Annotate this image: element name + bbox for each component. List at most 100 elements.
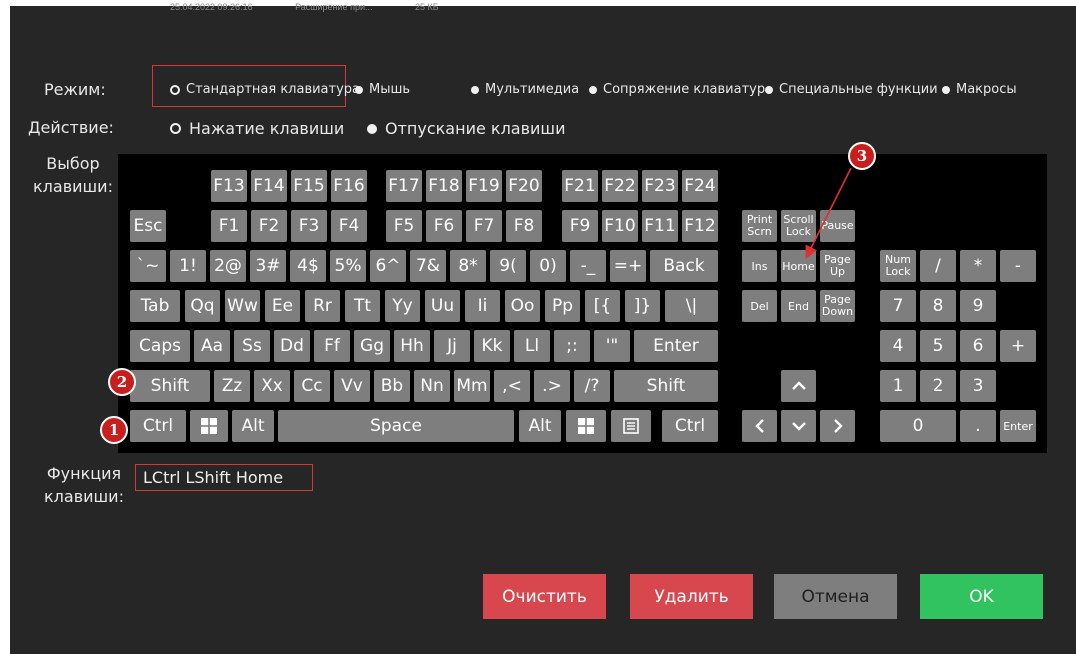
key-f8[interactable]: F8 — [506, 210, 542, 242]
key-s[interactable]: Ss — [234, 330, 270, 362]
key-d[interactable]: Dd — [274, 330, 310, 362]
key-num-subtract[interactable]: - — [1000, 250, 1036, 282]
key-z[interactable]: Zz — [214, 370, 250, 402]
key-num-7[interactable]: 7 — [880, 290, 916, 322]
key-p[interactable]: Pp — [545, 290, 580, 322]
key-end[interactable]: End — [781, 290, 816, 322]
key-backslash[interactable]: \| — [665, 290, 718, 322]
key-page-down[interactable]: Page Down — [820, 290, 855, 322]
key-left-bracket[interactable]: [{ — [585, 290, 620, 322]
key-num-lock[interactable]: Num Lock — [880, 250, 916, 282]
key-0[interactable]: 0) — [530, 250, 566, 282]
key-x[interactable]: Xx — [254, 370, 290, 402]
key-pause[interactable]: Pause — [820, 210, 855, 242]
key-caps-lock[interactable]: Caps — [130, 330, 190, 362]
key-right-ctrl[interactable]: Ctrl — [662, 410, 718, 442]
key-u[interactable]: Uu — [425, 290, 460, 322]
key-r[interactable]: Rr — [305, 290, 340, 322]
key-left-shift[interactable]: Shift — [130, 370, 210, 402]
delete-button[interactable]: Удалить — [630, 574, 753, 619]
mode-radio-special-functions[interactable]: Специальные функции — [765, 82, 938, 97]
key-9[interactable]: 9( — [490, 250, 526, 282]
key-w[interactable]: Ww — [225, 290, 260, 322]
key-arrow-left[interactable] — [742, 410, 777, 442]
key-arrow-down[interactable] — [781, 410, 816, 442]
key-left-alt[interactable]: Alt — [232, 410, 274, 442]
key-comma[interactable]: ,< — [494, 370, 530, 402]
key-num-4[interactable]: 4 — [880, 330, 916, 362]
key-f14[interactable]: F14 — [251, 170, 287, 202]
key-o[interactable]: Oo — [505, 290, 540, 322]
key-num-5[interactable]: 5 — [920, 330, 956, 362]
key-f9[interactable]: F9 — [562, 210, 598, 242]
key-num-enter[interactable]: Enter — [1000, 410, 1036, 442]
mode-radio-mouse[interactable]: Мышь — [355, 82, 410, 97]
key-4[interactable]: 4$ — [290, 250, 326, 282]
key-page-up[interactable]: Page Up — [820, 250, 855, 282]
key-f19[interactable]: F19 — [466, 170, 502, 202]
key-num-1[interactable]: 1 — [880, 370, 916, 402]
key-f13[interactable]: F13 — [211, 170, 247, 202]
key-1[interactable]: 1! — [170, 250, 206, 282]
key-num-3[interactable]: 3 — [960, 370, 996, 402]
key-f22[interactable]: F22 — [602, 170, 638, 202]
key-right-alt[interactable]: Alt — [519, 410, 561, 442]
key-v[interactable]: Vv — [334, 370, 370, 402]
action-radio-press[interactable]: Нажатие клавиши — [170, 119, 344, 138]
key-f10[interactable]: F10 — [602, 210, 638, 242]
key-left-win[interactable] — [190, 410, 228, 442]
key-home[interactable]: Home — [781, 250, 816, 282]
key-num-9[interactable]: 9 — [960, 290, 996, 322]
key-right-bracket[interactable]: ]} — [625, 290, 660, 322]
key-t[interactable]: Tt — [345, 290, 380, 322]
mode-radio-multimedia[interactable]: Мультимедиа — [471, 82, 579, 97]
key-num-0[interactable]: 0 — [880, 410, 956, 442]
key-f3[interactable]: F3 — [291, 210, 327, 242]
mode-radio-keyboard-pairing[interactable]: Сопряжение клавиатур — [589, 82, 765, 97]
key-6[interactable]: 6^ — [370, 250, 406, 282]
key-2[interactable]: 2@ — [210, 250, 246, 282]
cancel-button[interactable]: Отмена — [774, 574, 897, 619]
key-f17[interactable]: F17 — [386, 170, 422, 202]
key-f7[interactable]: F7 — [466, 210, 502, 242]
key-tilde[interactable]: `~ — [130, 250, 166, 282]
key-c[interactable]: Cc — [294, 370, 330, 402]
key-period[interactable]: .> — [534, 370, 570, 402]
action-radio-release[interactable]: Отпускание клавиши — [367, 119, 565, 138]
key-i[interactable]: Ii — [465, 290, 500, 322]
key-quote[interactable]: '" — [594, 330, 630, 362]
key-arrow-right[interactable] — [820, 410, 855, 442]
key-g[interactable]: Gg — [354, 330, 390, 362]
key-n[interactable]: Nn — [414, 370, 450, 402]
key-f16[interactable]: F16 — [331, 170, 367, 202]
clear-button[interactable]: Очистить — [483, 574, 606, 619]
key-f23[interactable]: F23 — [642, 170, 678, 202]
key-8[interactable]: 8* — [450, 250, 486, 282]
key-arrow-up[interactable] — [781, 370, 816, 402]
key-num-add[interactable]: + — [1000, 330, 1036, 362]
key-f11[interactable]: F11 — [642, 210, 678, 242]
key-e[interactable]: Ee — [265, 290, 300, 322]
key-f[interactable]: Ff — [314, 330, 350, 362]
key-right-win[interactable] — [566, 410, 606, 442]
key-tab[interactable]: Tab — [130, 290, 180, 322]
key-m[interactable]: Mm — [454, 370, 490, 402]
key-num-2[interactable]: 2 — [920, 370, 956, 402]
key-equal[interactable]: =+ — [610, 250, 646, 282]
key-scroll-lock[interactable]: Scroll Lock — [781, 210, 816, 242]
key-num-multiply[interactable]: * — [960, 250, 996, 282]
key-q[interactable]: Qq — [185, 290, 220, 322]
key-slash[interactable]: /? — [574, 370, 610, 402]
key-7[interactable]: 7& — [410, 250, 446, 282]
key-f4[interactable]: F4 — [331, 210, 367, 242]
key-f12[interactable]: F12 — [682, 210, 718, 242]
key-f24[interactable]: F24 — [682, 170, 718, 202]
key-enter[interactable]: Enter — [634, 330, 718, 362]
key-f20[interactable]: F20 — [506, 170, 542, 202]
key-f6[interactable]: F6 — [426, 210, 462, 242]
key-delete[interactable]: Del — [742, 290, 777, 322]
key-f18[interactable]: F18 — [426, 170, 462, 202]
key-5[interactable]: 5% — [330, 250, 366, 282]
key-a[interactable]: Aa — [194, 330, 230, 362]
key-k[interactable]: Kk — [474, 330, 510, 362]
